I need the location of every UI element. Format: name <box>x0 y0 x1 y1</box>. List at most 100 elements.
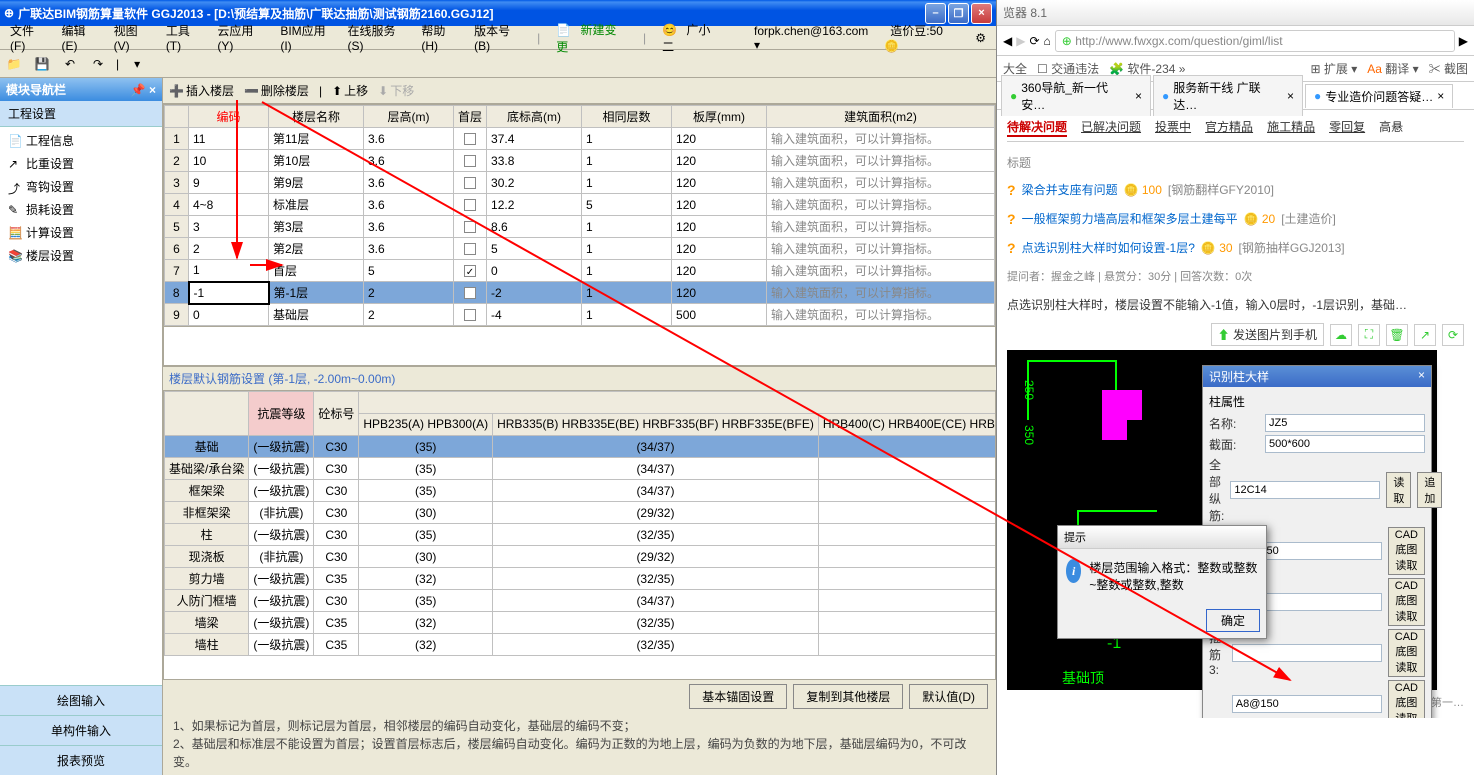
reload-icon[interactable]: ⟳ <box>1029 34 1039 48</box>
rebar-row[interactable]: 人防门框墙(一级抗震)C30(35)(34/37)(41/45)(50/55)(… <box>165 590 997 612</box>
col-bottom[interactable]: 底标高(m) <box>487 106 582 128</box>
address-bar[interactable]: ⊕ http://www.fwxgx.com/question/giml/lis… <box>1055 30 1455 52</box>
menu-online[interactable]: 在线服务(S) <box>342 20 412 55</box>
dlg-name-input[interactable] <box>1265 414 1425 432</box>
floor-row[interactable]: 8-1第-1层2-21120输入建筑面积，可以计算指标。 <box>165 282 995 304</box>
qnav-vote[interactable]: 投票中 <box>1155 118 1191 137</box>
dlg-close-icon[interactable]: × <box>1418 368 1425 385</box>
col-same[interactable]: 相同层数 <box>582 106 672 128</box>
tool-extra-icon[interactable]: ▾ <box>127 54 147 74</box>
dlg-cad3-button[interactable]: CAD底图读取 <box>1388 629 1425 677</box>
dlg-read-button[interactable]: 读取 <box>1386 472 1411 508</box>
question-link[interactable]: ?一般框架剪力墙高层和框架多层土建每平 🪙 20 [土建造价] <box>1007 204 1464 233</box>
floor-row[interactable]: 39第9层3.630.21120输入建筑面积，可以计算指标。 <box>165 172 995 194</box>
copy-floors-button[interactable]: 复制到其他楼层 <box>793 684 903 709</box>
nav-report[interactable]: 报表预览 <box>0 745 162 775</box>
col-name[interactable]: 楼层名称 <box>269 106 364 128</box>
tab-close-icon[interactable]: × <box>1135 89 1142 103</box>
menu-edit[interactable]: 编辑(E) <box>56 20 104 55</box>
floor-row[interactable]: 210第10层3.633.81120输入建筑面积，可以计算指标。 <box>165 150 995 172</box>
home-icon[interactable]: ⌂ <box>1044 34 1051 48</box>
trash-icon[interactable]: 🗑 <box>1386 324 1408 346</box>
floor-row[interactable]: 111第11层3.637.41120输入建筑面积，可以计算指标。 <box>165 128 995 150</box>
col-concrete[interactable]: 砼标号 <box>314 392 359 436</box>
question-link[interactable]: ?梁合并支座有问题 🪙 100 [钢筋翻样GFY2010] <box>1007 175 1464 204</box>
qnav-noreply[interactable]: 零回复 <box>1329 118 1365 137</box>
rebar-row[interactable]: 现浇板(非抗震)C30(30)(29/32)(35/39)(43/48)(35)… <box>165 546 997 568</box>
nav-single-input[interactable]: 单构件输入 <box>0 715 162 745</box>
menu-gxe[interactable]: 😊 广小二 <box>656 19 728 57</box>
floor-row[interactable]: 71首层501120输入建筑面积，可以计算指标。 <box>165 260 995 282</box>
bm-screenshot[interactable]: ✂ 截图 <box>1429 60 1468 77</box>
bm-ext[interactable]: ⊞ 扩展 ▾ <box>1311 60 1358 77</box>
qnav-construction[interactable]: 施工精品 <box>1267 118 1315 137</box>
rebar-row[interactable]: 框架梁(一级抗震)C30(35)(34/37)(41/45)(50/55)(41… <box>165 480 997 502</box>
forward-icon[interactable]: ▶ <box>1016 34 1025 48</box>
bm-translate[interactable]: Aa 翻译 ▾ <box>1367 60 1418 77</box>
dlg-add-button[interactable]: 追加 <box>1417 472 1442 508</box>
col-first[interactable]: 首层 <box>454 106 487 128</box>
col-height[interactable]: 层高(m) <box>364 106 454 128</box>
dlg-rebar-input[interactable] <box>1230 481 1380 499</box>
insert-floor-button[interactable]: ➕ 插入楼层 <box>169 82 234 99</box>
back-icon[interactable]: ◀ <box>1003 34 1012 48</box>
rebar-row[interactable]: 墙柱(一级抗震)C35(32)(32/35)(37/41)(45/50)(37)… <box>165 634 997 656</box>
nav-item-floor[interactable]: 📚楼层设置 <box>2 244 160 267</box>
menu-version[interactable]: 版本号(B) <box>468 20 527 55</box>
nav-item-weight[interactable]: ↗比重设置 <box>2 152 160 175</box>
go-icon[interactable]: ▶ <box>1459 34 1468 48</box>
col-area[interactable]: 建筑面积(m2) <box>767 106 995 128</box>
share-icon[interactable]: ↗ <box>1414 324 1436 346</box>
col-thick[interactable]: 板厚(mm) <box>672 106 767 128</box>
question-link[interactable]: ?点选识别柱大样时如何设置-1层? 🪙 30 [钢筋抽样GGJ2013] <box>1007 233 1464 262</box>
delete-floor-button[interactable]: ➖ 删除楼层 <box>244 82 309 99</box>
default-button[interactable]: 默认值(D) <box>909 684 988 709</box>
nav-draw-input[interactable]: 绘图输入 <box>0 685 162 715</box>
nav-pin-icon[interactable]: 📌 × <box>131 83 156 97</box>
close-button[interactable]: × <box>971 3 992 24</box>
rebar-row[interactable]: 非框架梁(非抗震)C30(30)(29/32)(35/39)(43/48)(35… <box>165 502 997 524</box>
menu-cloud[interactable]: 云应用(Y) <box>211 20 270 55</box>
tool-save-icon[interactable]: 💾 <box>32 54 52 74</box>
menu-file[interactable]: 文件(F) <box>4 20 52 55</box>
rebar-row[interactable]: 基础梁/承台梁(一级抗震)C30(35)(34/37)(41/45)(50/55… <box>165 458 997 480</box>
floor-row[interactable]: 62第2层3.651120输入建筑面积，可以计算指标。 <box>165 238 995 260</box>
dlg-cad4-button[interactable]: CAD底图读取 <box>1388 680 1425 718</box>
qnav-pending[interactable]: 待解决问题 <box>1007 118 1067 137</box>
rebar-row[interactable]: 柱(一级抗震)C30(35)(32/35)(37/41)(45/50)(41)(… <box>165 524 997 546</box>
rebar-row[interactable]: 剪力墙(一级抗震)C35(32)(32/35)(37/41)(45/50)(37… <box>165 568 997 590</box>
tool-open-icon[interactable]: 📁 <box>4 54 24 74</box>
nav-item-loss[interactable]: ✎损耗设置 <box>2 198 160 221</box>
nav-item-calc[interactable]: 🧮计算设置 <box>2 221 160 244</box>
menu-new-change[interactable]: 📄 新建变更 <box>550 19 633 57</box>
move-up-button[interactable]: ⬆ 上移 <box>332 82 368 99</box>
menu-view[interactable]: 视图(V) <box>108 20 156 55</box>
settings-icon[interactable]: ⚙ <box>969 29 992 47</box>
nav-item-project-info[interactable]: 📄工程信息 <box>2 129 160 152</box>
menu-tool[interactable]: 工具(T) <box>160 20 208 55</box>
floor-grid[interactable]: 编码 楼层名称 层高(m) 首层 底标高(m) 相同层数 板厚(mm) 建筑面积… <box>163 104 996 327</box>
rebar-row[interactable]: 基础(一级抗震)C30(35)(34/37)(41/45)(50/55)(41)… <box>165 436 997 458</box>
basic-anchor-button[interactable]: 基本锚固设置 <box>689 684 787 709</box>
browser-tab-2[interactable]: ●专业造价问题答疑…× <box>1305 84 1453 108</box>
floor-row[interactable]: 44~8标准层3.612.25120输入建筑面积，可以计算指标。 <box>165 194 995 216</box>
menu-bim[interactable]: BIM应用(I) <box>274 20 337 55</box>
msgbox-ok-button[interactable]: 确定 <box>1206 609 1260 632</box>
rebar-row[interactable]: 墙梁(一级抗震)C35(32)(32/35)(37/41)(45/50)(37)… <box>165 612 997 634</box>
col-seismic[interactable]: 抗震等级 <box>249 392 314 436</box>
dlg-section-input[interactable] <box>1265 435 1425 453</box>
send-image-button[interactable]: ⬆ 发送图片到手机 <box>1211 323 1324 346</box>
menu-help[interactable]: 帮助(H) <box>415 20 464 55</box>
tab-close-icon[interactable]: × <box>1437 89 1444 103</box>
tool-redo-icon[interactable]: ↷ <box>88 54 108 74</box>
user-menu[interactable]: forpk.chen@163.com ▾ <box>748 22 874 54</box>
tool-undo-icon[interactable]: ↶ <box>60 54 80 74</box>
qnav-official[interactable]: 官方精品 <box>1205 118 1253 137</box>
cloud-icon[interactable]: ☁ <box>1330 324 1352 346</box>
expand-icon[interactable]: ⛶ <box>1358 324 1380 346</box>
dlg-cad1-button[interactable]: CAD底图读取 <box>1388 527 1425 575</box>
rotate-icon[interactable]: ⟳ <box>1442 324 1464 346</box>
qnav-solved[interactable]: 已解决问题 <box>1081 118 1141 137</box>
rebar-grid[interactable]: 抗震等级 砼标号 锚固 HPB235(A) HPB300(A) HRB335(B… <box>163 390 996 680</box>
dlg-cad2-button[interactable]: CAD底图读取 <box>1388 578 1425 626</box>
